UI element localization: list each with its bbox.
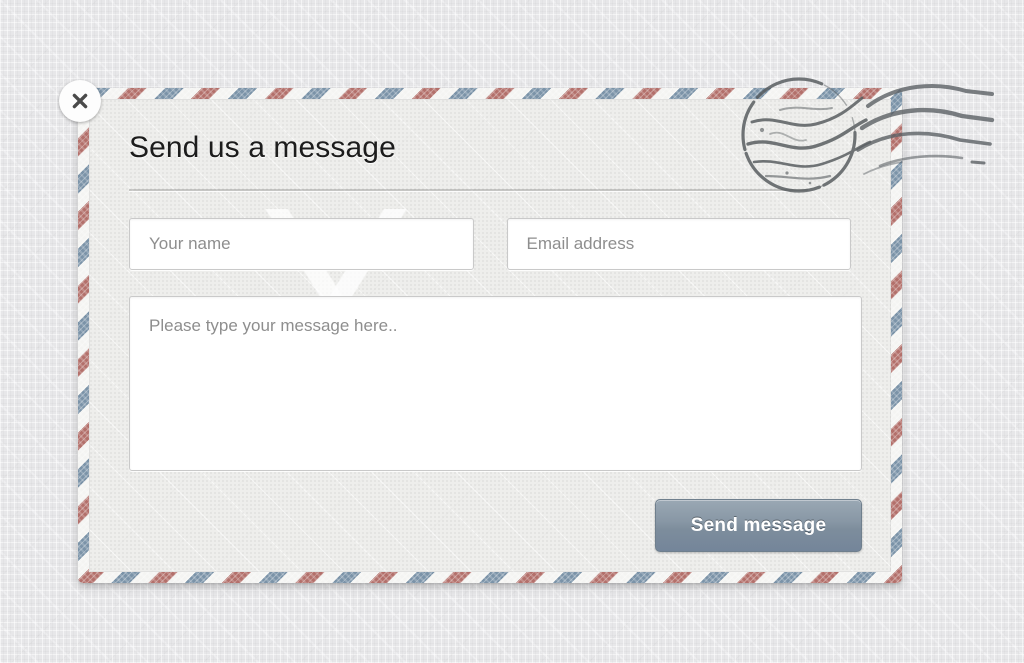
page-title: Send us a message <box>129 131 396 164</box>
email-input[interactable] <box>506 218 851 270</box>
close-button[interactable] <box>59 80 101 122</box>
name-email-row <box>129 218 851 270</box>
contact-form-envelope: Send us a message Send message <box>78 88 902 583</box>
message-textarea[interactable] <box>129 296 862 471</box>
form-actions: Send message <box>129 499 862 552</box>
title-divider <box>129 189 808 192</box>
name-input[interactable] <box>129 218 474 270</box>
close-x-icon <box>72 93 88 109</box>
envelope-paper: Send us a message Send message <box>89 99 891 572</box>
send-message-button[interactable]: Send message <box>655 499 862 552</box>
dialog-content: Send us a message Send message <box>89 99 891 572</box>
